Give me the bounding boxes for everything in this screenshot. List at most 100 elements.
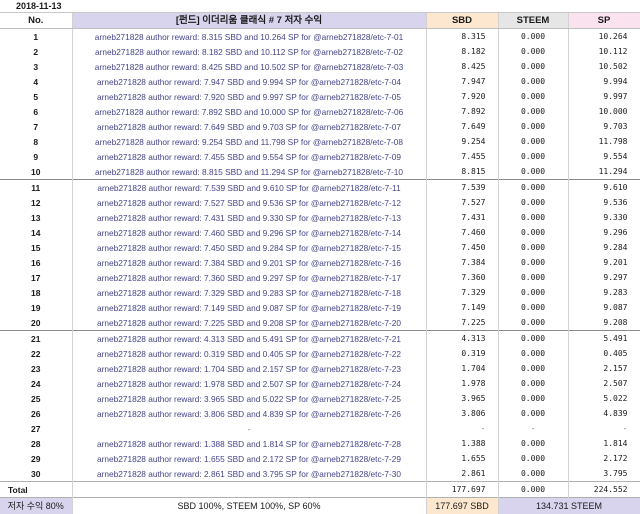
row-steem: 0.000: [498, 315, 568, 331]
row-number: 9: [0, 149, 72, 164]
row-sbd: 9.254: [426, 134, 498, 149]
row-sbd: 8.815: [426, 164, 498, 180]
table-header-row: No. [펀드] 이더리움 클래식 # 7 저자 수익 SBD STEEM SP: [0, 13, 640, 29]
total-steem: 0.000: [498, 482, 568, 498]
row-sbd: 3.965: [426, 391, 498, 406]
row-number: 3: [0, 59, 72, 74]
row-sp: 2.157: [568, 361, 640, 376]
table-row: 8arneb271828 author reward: 9.254 SBD an…: [0, 134, 640, 149]
table-row: 17arneb271828 author reward: 7.360 SBD a…: [0, 270, 640, 285]
row-steem: 0.000: [498, 195, 568, 210]
table-row: 26arneb271828 author reward: 3.806 SBD a…: [0, 406, 640, 421]
row-steem: 0.000: [498, 240, 568, 255]
row-description: arneb271828 author reward: 9.254 SBD and…: [72, 134, 426, 149]
report-date: 2018-11-13: [0, 0, 640, 13]
row-number: 17: [0, 270, 72, 285]
table-row: 13arneb271828 author reward: 7.431 SBD a…: [0, 210, 640, 225]
row-sp: 9.330: [568, 210, 640, 225]
row-number: 19: [0, 300, 72, 315]
table-row: 18arneb271828 author reward: 7.329 SBD a…: [0, 285, 640, 300]
row-number: 27: [0, 421, 72, 436]
row-steem: -: [498, 421, 568, 436]
row-sp: 9.703: [568, 119, 640, 134]
table-row: 9arneb271828 author reward: 7.455 SBD an…: [0, 149, 640, 164]
row-sp: 11.798: [568, 134, 640, 149]
row-number: 15: [0, 240, 72, 255]
row-number: 8: [0, 134, 72, 149]
row-description: arneb271828 author reward: 7.947 SBD and…: [72, 74, 426, 89]
row-number: 26: [0, 406, 72, 421]
row-description: arneb271828 author reward: 7.455 SBD and…: [72, 149, 426, 164]
row-sp: 3.795: [568, 466, 640, 482]
row-sbd: 7.527: [426, 195, 498, 210]
row-number: 4: [0, 74, 72, 89]
row-sbd: 7.460: [426, 225, 498, 240]
header-sp: SP: [568, 13, 640, 29]
row-number: 5: [0, 89, 72, 104]
row-sp: 9.536: [568, 195, 640, 210]
table-row: 23arneb271828 author reward: 1.704 SBD a…: [0, 361, 640, 376]
table-row: 22arneb271828 author reward: 0.319 SBD a…: [0, 346, 640, 361]
row-sbd: 1.655: [426, 451, 498, 466]
summary-row: 저자 수익 80% SBD 100%, STEEM 100%, SP 60% 1…: [0, 498, 640, 514]
row-number: 2: [0, 44, 72, 59]
row-steem: 0.000: [498, 331, 568, 347]
row-steem: 0.000: [498, 361, 568, 376]
row-number: 29: [0, 451, 72, 466]
row-steem: 0.000: [498, 300, 568, 315]
row-steem: 0.000: [498, 180, 568, 196]
row-description: arneb271828 author reward: 8.315 SBD and…: [72, 29, 426, 45]
row-sp: 5.022: [568, 391, 640, 406]
row-number: 12: [0, 195, 72, 210]
row-description: arneb271828 author reward: 7.360 SBD and…: [72, 270, 426, 285]
row-steem: 0.000: [498, 134, 568, 149]
row-sp: 0.405: [568, 346, 640, 361]
row-sp: 11.294: [568, 164, 640, 180]
row-number: 18: [0, 285, 72, 300]
row-steem: 0.000: [498, 119, 568, 134]
table-row: 3arneb271828 author reward: 8.425 SBD an…: [0, 59, 640, 74]
header-steem: STEEM: [498, 13, 568, 29]
row-number: 22: [0, 346, 72, 361]
summary-note: SBD 100%, STEEM 100%, SP 60%: [72, 498, 426, 514]
table-row: 21arneb271828 author reward: 4.313 SBD a…: [0, 331, 640, 347]
row-number: 20: [0, 315, 72, 331]
table-body: 1arneb271828 author reward: 8.315 SBD an…: [0, 29, 640, 482]
table-row: 29arneb271828 author reward: 1.655 SBD a…: [0, 451, 640, 466]
row-description: arneb271828 author reward: 7.431 SBD and…: [72, 210, 426, 225]
row-sp: 9.296: [568, 225, 640, 240]
total-spacer: [72, 482, 426, 498]
row-sbd: 3.806: [426, 406, 498, 421]
row-description: arneb271828 author reward: 3.806 SBD and…: [72, 406, 426, 421]
table-row: 30arneb271828 author reward: 2.861 SBD a…: [0, 466, 640, 482]
row-sp: 9.208: [568, 315, 640, 331]
row-description: arneb271828 author reward: 4.313 SBD and…: [72, 331, 426, 347]
row-description: -: [72, 421, 426, 436]
author-reward-table: No. [펀드] 이더리움 클래식 # 7 저자 수익 SBD STEEM SP…: [0, 13, 640, 514]
table-row: 5arneb271828 author reward: 7.920 SBD an…: [0, 89, 640, 104]
row-sp: -: [568, 421, 640, 436]
row-description: arneb271828 author reward: 1.655 SBD and…: [72, 451, 426, 466]
row-steem: 0.000: [498, 376, 568, 391]
table-row: 28arneb271828 author reward: 1.388 SBD a…: [0, 436, 640, 451]
row-steem: 0.000: [498, 436, 568, 451]
row-sp: 9.284: [568, 240, 640, 255]
table-row: 27----: [0, 421, 640, 436]
row-description: arneb271828 author reward: 7.460 SBD and…: [72, 225, 426, 240]
row-sp: 9.997: [568, 89, 640, 104]
row-description: arneb271828 author reward: 7.539 SBD and…: [72, 180, 426, 196]
row-sbd: 2.861: [426, 466, 498, 482]
row-sbd: 7.450: [426, 240, 498, 255]
table-row: 7arneb271828 author reward: 7.649 SBD an…: [0, 119, 640, 134]
row-sp: 9.087: [568, 300, 640, 315]
row-sbd: 8.425: [426, 59, 498, 74]
row-sbd: 0.319: [426, 346, 498, 361]
table-row: 16arneb271828 author reward: 7.384 SBD a…: [0, 255, 640, 270]
row-sp: 10.112: [568, 44, 640, 59]
row-steem: 0.000: [498, 255, 568, 270]
row-description: arneb271828 author reward: 7.450 SBD and…: [72, 240, 426, 255]
row-description: arneb271828 author reward: 1.388 SBD and…: [72, 436, 426, 451]
row-description: arneb271828 author reward: 0.319 SBD and…: [72, 346, 426, 361]
table-row: 12arneb271828 author reward: 7.527 SBD a…: [0, 195, 640, 210]
row-sbd: 4.313: [426, 331, 498, 347]
